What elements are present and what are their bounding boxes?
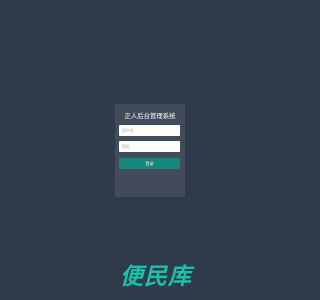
username-placeholder: 用户名 (122, 128, 134, 133)
watermark-logo: 便民库 (120, 264, 192, 290)
login-page: 正人后台管理系统 用户名 密码 登录 便民库 (0, 0, 300, 300)
password-placeholder: 密码 (122, 144, 130, 149)
login-button[interactable]: 登录 (119, 158, 180, 169)
password-input[interactable]: 密码 (119, 141, 180, 152)
login-card: 正人后台管理系统 用户名 密码 登录 (115, 104, 185, 197)
username-input[interactable]: 用户名 (119, 125, 180, 136)
page-title: 正人后台管理系统 (124, 112, 176, 120)
